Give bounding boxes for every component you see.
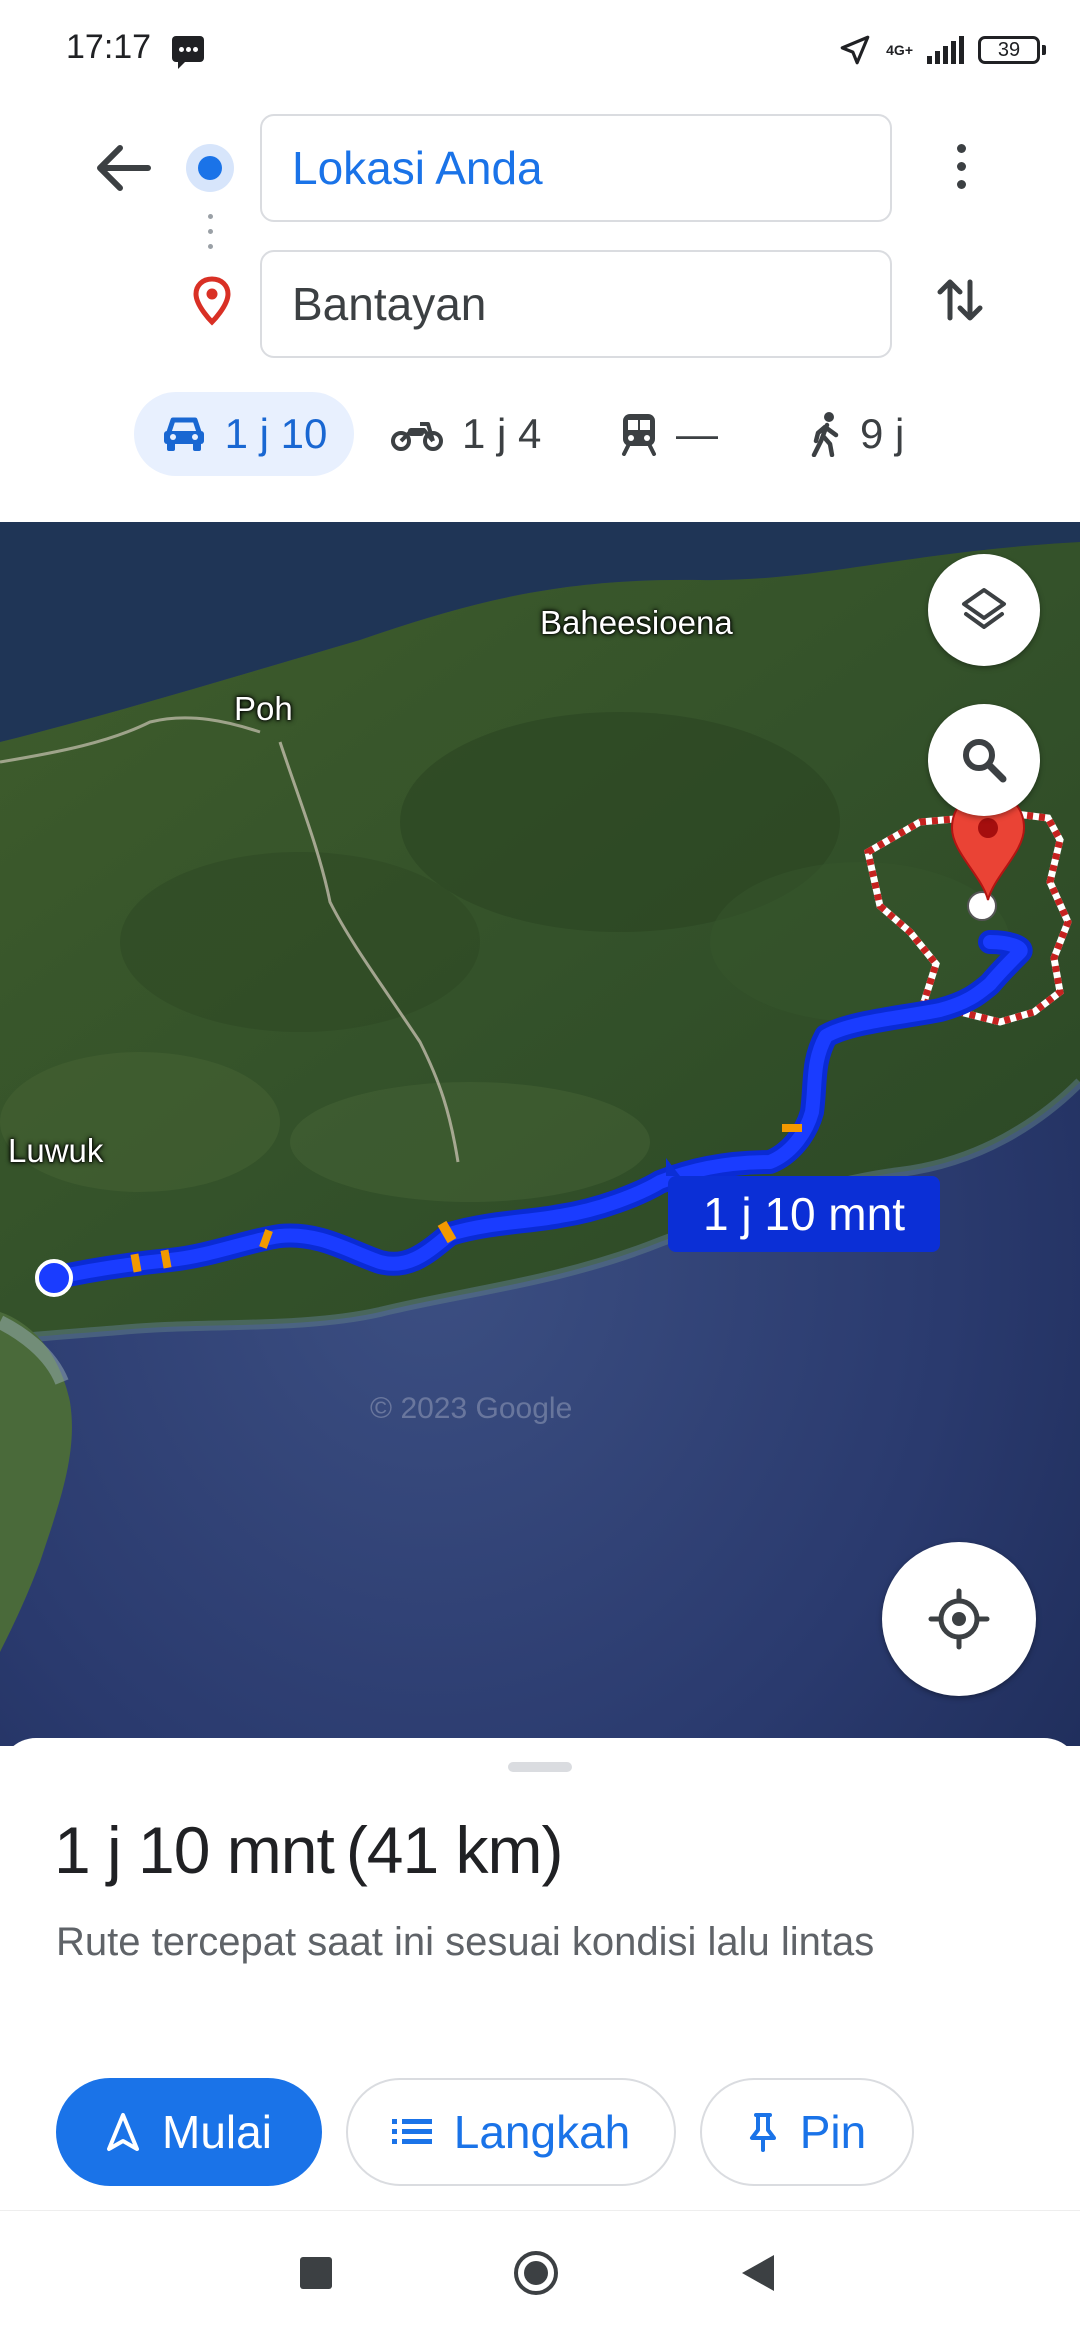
network-type: 4G+: [886, 42, 913, 58]
system-back-button[interactable]: [742, 2255, 774, 2291]
signal-icon: [927, 36, 964, 64]
destination-pin-icon: [193, 276, 231, 326]
route-description: Rute tercepat saat ini sesuai kondisi la…: [56, 1920, 875, 1964]
route-summary: 1 j 10 mnt (41 km): [54, 1812, 564, 1888]
message-icon: [172, 36, 204, 69]
mode-transit-tab[interactable]: —: [620, 392, 718, 476]
recent-apps-button[interactable]: [300, 2257, 332, 2289]
status-icons: 4G+ 39: [838, 30, 1046, 70]
location-arrow-icon: [840, 35, 870, 65]
my-location-button[interactable]: [882, 1542, 1036, 1696]
origin-marker: [35, 1259, 73, 1297]
route-dots: [208, 214, 214, 259]
walk-icon: [811, 412, 839, 457]
search-icon: [963, 739, 1007, 783]
destination-field[interactable]: Bantayan: [260, 250, 892, 358]
start-button[interactable]: Mulai: [56, 2078, 322, 2186]
pin-button-label: Pin: [799, 2106, 867, 2158]
layers-button[interactable]: [928, 554, 1040, 666]
back-button[interactable]: [88, 136, 160, 200]
mode-motorcycle-tab[interactable]: 1 j 4: [390, 392, 541, 476]
route-summary-sheet: 1 j 10 mnt (41 km) Rute tercepat saat ini…: [0, 1738, 1080, 2210]
battery-icon: 39: [978, 36, 1046, 64]
mode-motorcycle-time: 1 j 4: [462, 410, 542, 457]
motorcycle-icon: [391, 422, 443, 451]
origin-dot-icon: [186, 144, 234, 192]
start-button-label: Mulai: [162, 2106, 272, 2158]
system-navigation-bar: [0, 2210, 1080, 2341]
car-icon: [163, 417, 204, 451]
layers-icon: [962, 588, 1006, 629]
mode-walking-time: 9 j: [860, 410, 905, 457]
origin-field[interactable]: Lokasi Anda: [260, 114, 892, 222]
status-time: 17:17: [66, 28, 152, 66]
route-distance: (41 km): [345, 1813, 564, 1887]
map-search-button[interactable]: [928, 704, 1040, 816]
place-label-baheesioena: Baheesioena: [540, 604, 733, 641]
steps-button[interactable]: Langkah: [346, 2078, 676, 2186]
sheet-drag-handle[interactable]: [508, 1762, 572, 1772]
train-icon: [622, 414, 656, 456]
navigation-arrow-icon: [107, 2113, 140, 2151]
status-bar: 17:17 4G+ 39: [0, 0, 1080, 96]
mode-transit-time: —: [676, 410, 718, 457]
home-button[interactable]: [514, 2251, 558, 2295]
pushpin-icon: [749, 2113, 776, 2152]
mode-walking-tab[interactable]: 9 j: [810, 392, 904, 476]
swap-icon[interactable]: [928, 268, 992, 332]
mode-driving-tab[interactable]: 1 j 10: [134, 392, 354, 476]
place-label-luwuk: Luwuk: [8, 1132, 104, 1169]
pin-button[interactable]: Pin: [700, 2078, 914, 2186]
map-view[interactable]: Baheesioena Poh Luwuk 1 j 10 mnt © 2023 …: [0, 522, 1080, 1746]
steps-button-label: Langkah: [453, 2106, 631, 2158]
route-duration-label[interactable]: 1 j 10 mnt: [666, 1158, 940, 1252]
arrow-back-icon: [97, 145, 151, 191]
route-duration: 1 j 10 mnt: [54, 1813, 335, 1887]
place-label-poh: Poh: [234, 690, 293, 727]
more-options-button[interactable]: [940, 140, 982, 196]
map-copyright: © 2023 Google: [370, 1392, 573, 1425]
list-icon: [391, 2119, 432, 2144]
crosshair-icon: [928, 1588, 990, 1650]
mode-driving-time: 1 j 10: [224, 410, 328, 457]
